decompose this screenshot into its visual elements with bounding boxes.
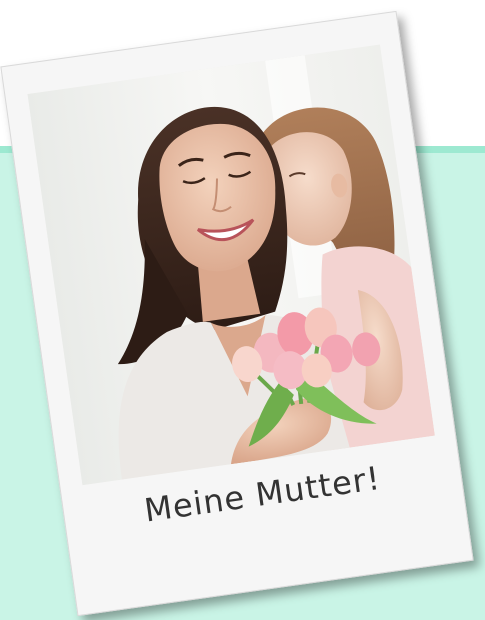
page: Meine Mutter! [0,0,485,620]
photo-illustration [27,44,435,486]
mother-daughter-photo [27,44,435,486]
polaroid-card: Meine Mutter! [0,10,474,617]
